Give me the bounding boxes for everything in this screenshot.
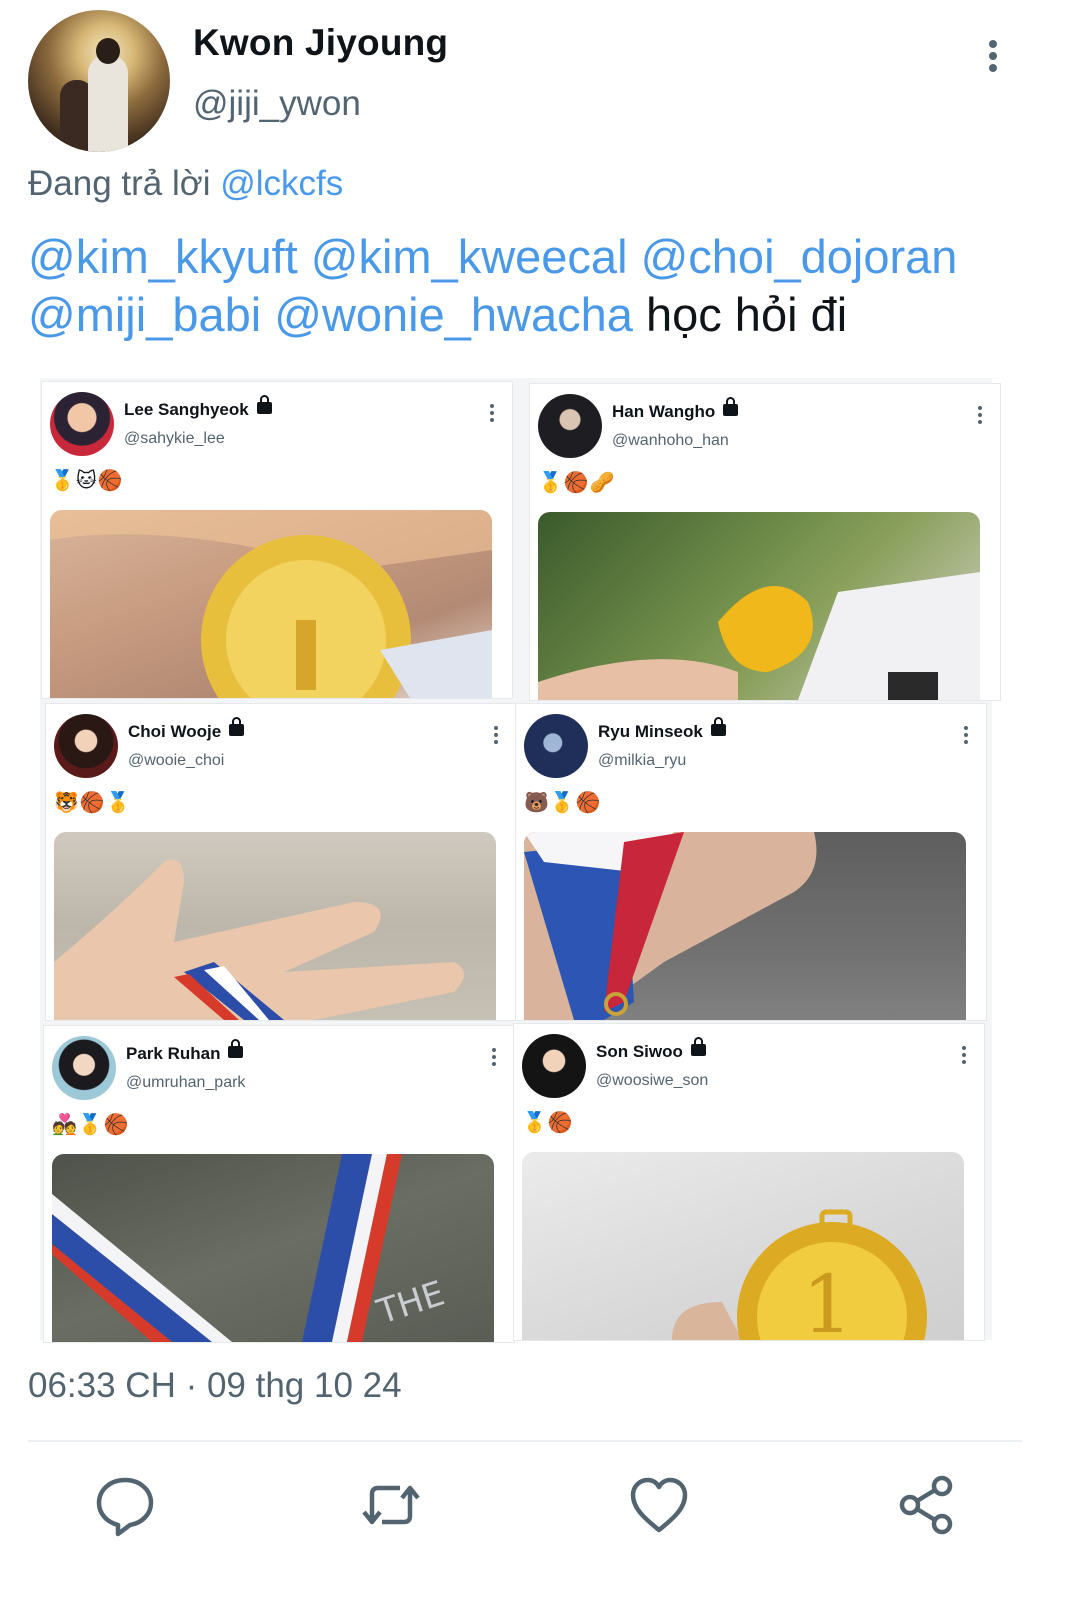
- action-bar: [0, 1470, 1080, 1550]
- embedded-post-card: Choi Wooje @wooie_choi 🐯🏀🥇: [46, 704, 516, 1020]
- more-options-icon: [492, 1048, 498, 1066]
- author-avatar[interactable]: [28, 10, 170, 152]
- avatar: [538, 394, 602, 458]
- more-options-icon: [962, 1046, 968, 1064]
- avatar: [524, 714, 588, 778]
- replying-to-link[interactable]: @lckcfs: [220, 164, 343, 203]
- medal-photo: [524, 832, 966, 1020]
- embedded-post-card: Ryu Minseok @milkia_ryu 🐻🥇🏀: [516, 704, 986, 1020]
- mention-link[interactable]: @miji_babi: [28, 288, 261, 341]
- avatar: [52, 1036, 116, 1100]
- post-author-name: Son Siwoo: [596, 1037, 706, 1062]
- post-author-handle: @sahykie_lee: [124, 430, 225, 447]
- embedded-post-card: Park Ruhan @umruhan_park 💑🥇🏀 THE: [44, 1026, 514, 1342]
- tweet-timestamp: 06:33 CH · 09 thg 10 24: [28, 1366, 402, 1405]
- svg-text:THE: THE: [371, 1274, 449, 1333]
- mention-link[interactable]: @kim_kweecal: [311, 230, 628, 283]
- lock-icon: [723, 397, 739, 416]
- embedded-post-card: Han Wangho @wanhoho_han 🥇🏀🥜: [530, 384, 1000, 700]
- medal-photo: [538, 512, 980, 700]
- tweet-header: Kwon Jiyoung @jiji_ywon: [28, 10, 1052, 160]
- more-options-icon: [490, 404, 496, 422]
- post-author-name: Lee Sanghyeok: [124, 395, 272, 420]
- avatar: [50, 392, 114, 456]
- post-author-handle: @umruhan_park: [126, 1074, 246, 1091]
- embedded-post-card: Son Siwoo @woosiwe_son 🥇🏀 1: [514, 1024, 984, 1340]
- medal-photo: [54, 832, 496, 1020]
- author-display-name[interactable]: Kwon Jiyoung: [193, 22, 448, 64]
- tweet-body-text: học hỏi đi: [645, 288, 848, 341]
- tweet-text: @kim_kkyuft @kim_kweecal @choi_dojoran @…: [28, 228, 1048, 344]
- post-emojis: 🐻🥇🏀: [524, 792, 602, 814]
- medal-photo: [50, 510, 492, 698]
- post-author-name: Han Wangho: [612, 397, 739, 422]
- mention-link[interactable]: @kim_kkyuft: [28, 230, 298, 283]
- author-handle[interactable]: @jiji_ywon: [193, 84, 361, 124]
- more-options-icon[interactable]: [973, 36, 1013, 76]
- post-author-name: Choi Wooje: [128, 717, 245, 742]
- lock-icon: [710, 717, 726, 736]
- replying-to: Đang trả lời @lckcfs: [28, 164, 343, 204]
- post-author-handle: @woosiwe_son: [596, 1072, 709, 1089]
- post-emojis: 🐯🏀🥇: [54, 792, 132, 814]
- more-options-icon: [964, 726, 970, 744]
- lock-icon: [229, 717, 245, 736]
- mention-link[interactable]: @wonie_hwacha: [274, 288, 633, 341]
- like-icon[interactable]: [624, 1470, 694, 1540]
- more-options-icon: [494, 726, 500, 744]
- lock-icon: [690, 1037, 706, 1056]
- lock-icon: [256, 395, 272, 414]
- embedded-post-card: Lee Sanghyeok @sahykie_lee 🥇🐱🏀: [42, 382, 512, 698]
- post-emojis: 🥇🏀🥜: [538, 472, 616, 494]
- post-author-handle: @wanhoho_han: [612, 432, 729, 449]
- post-author-handle: @milkia_ryu: [598, 752, 687, 769]
- post-author-handle: @wooie_choi: [128, 752, 225, 769]
- svg-text:1: 1: [802, 1258, 853, 1340]
- post-emojis: 💑🥇🏀: [52, 1114, 130, 1136]
- retweet-icon[interactable]: [356, 1470, 426, 1540]
- replying-to-label: Đang trả lời: [28, 164, 211, 203]
- lock-icon: [228, 1039, 244, 1058]
- post-emojis: 🥇🏀: [522, 1112, 574, 1134]
- reply-icon[interactable]: [90, 1470, 160, 1540]
- medal-photo: THE: [52, 1154, 494, 1342]
- divider: [28, 1440, 1022, 1442]
- more-options-icon: [978, 406, 984, 424]
- share-icon[interactable]: [892, 1470, 962, 1540]
- post-author-name: Ryu Minseok: [598, 717, 726, 742]
- post-author-name: Park Ruhan: [126, 1039, 244, 1064]
- attached-image[interactable]: Lee Sanghyeok @sahykie_lee 🥇🐱🏀 Han Wangh…: [40, 378, 1000, 1342]
- mention-link[interactable]: @choi_dojoran: [641, 230, 958, 283]
- avatar: [522, 1034, 586, 1098]
- medal-photo: 1: [522, 1152, 964, 1340]
- avatar: [54, 714, 118, 778]
- post-emojis: 🥇🐱🏀: [50, 470, 124, 492]
